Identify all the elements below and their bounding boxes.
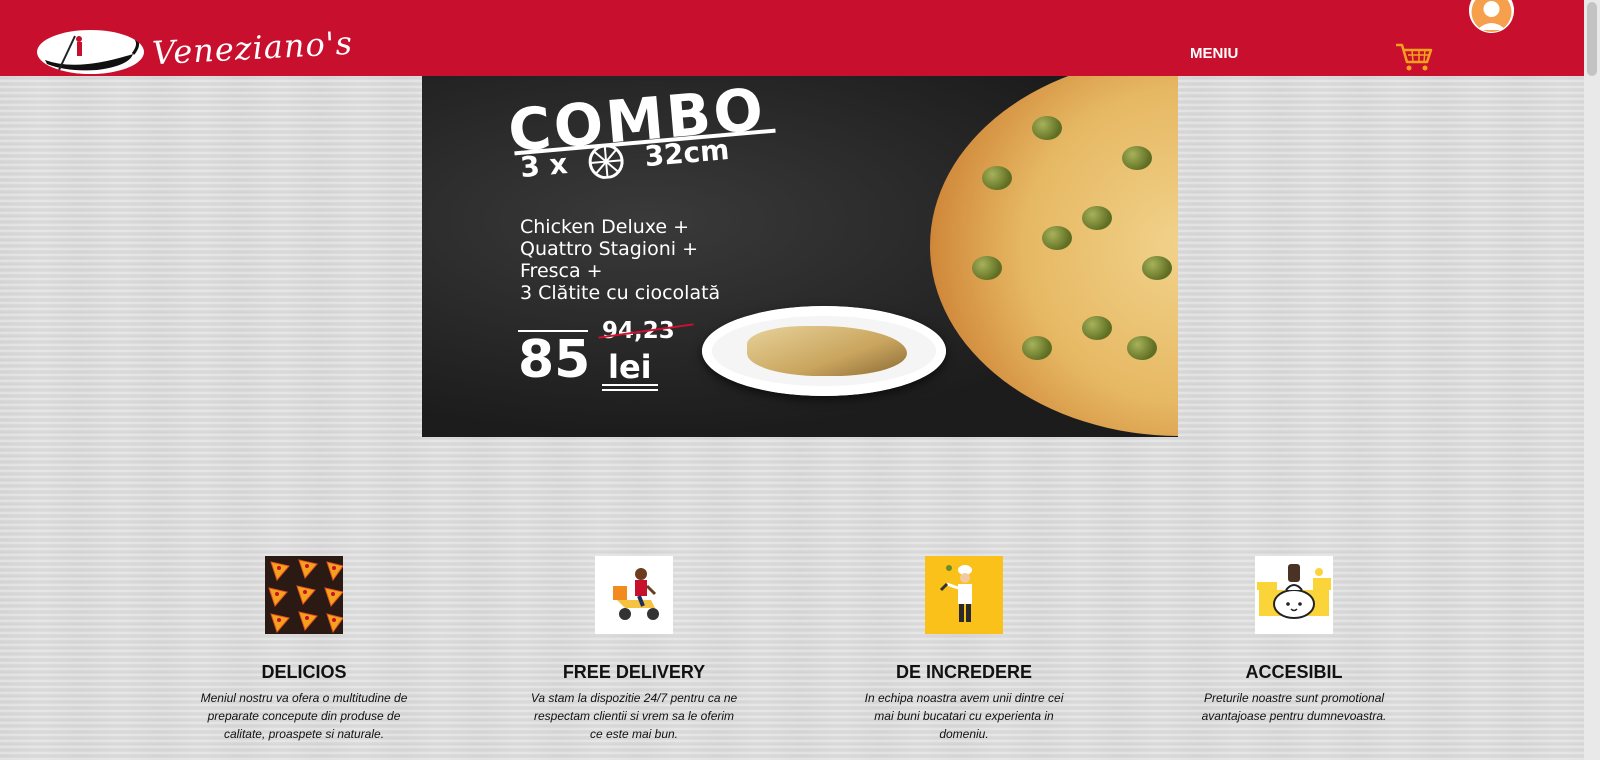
new-price: 85 <box>518 330 591 390</box>
olive-decoration <box>1042 226 1072 250</box>
price-divider <box>602 384 658 386</box>
feature-title: ACCESIBIL <box>1245 662 1343 682</box>
gondola-icon <box>37 30 144 74</box>
pizza-slice-icon <box>576 142 637 181</box>
promo-banner[interactable]: COMBO 3 x 32cm Chicken Deluxe + Quattro … <box>422 76 1178 437</box>
feature-title: FREE DELIVERY <box>562 662 706 682</box>
olive-decoration <box>972 256 1002 280</box>
feature-description: Meniul nostru va ofera o multitudine de … <box>200 691 408 741</box>
nav-link-menu[interactable]: MENIU <box>1190 45 1238 62</box>
money-bag-icon <box>1255 556 1333 634</box>
scrollbar-thumb[interactable] <box>1587 2 1597 76</box>
olive-decoration <box>1032 116 1062 140</box>
feature-title: DE INCREDERE <box>895 662 1033 682</box>
olive-decoration <box>1022 336 1052 360</box>
feature-card-de-incredere: DE INCREDERE In echipa noastra avem unii… <box>854 556 1074 743</box>
olive-decoration <box>1082 316 1112 340</box>
combo-item: Quattro Stagioni + <box>520 238 698 260</box>
olive-decoration <box>1127 336 1157 360</box>
crepe-image <box>747 326 907 376</box>
brand-name: Veneziano's <box>151 23 354 73</box>
olive-decoration <box>1142 256 1172 280</box>
feature-card-accesibil: ACCESIBIL Preturile noastre sunt promoti… <box>1184 556 1404 725</box>
combo-items-list: Chicken Deluxe + Quattro Stagioni + Fres… <box>520 216 720 304</box>
combo-item: Chicken Deluxe + <box>520 216 690 238</box>
combo-size: 32cm <box>643 132 731 174</box>
features-section: DELICIOS Meniul nostru va ofera o multit… <box>0 556 1584 760</box>
feature-title: DELICIOS <box>261 662 347 682</box>
combo-count: 3 x <box>518 147 569 185</box>
navbar: Veneziano's MENIU <box>0 0 1584 76</box>
combo-item: 3 Clătite cu ciocolată <box>520 282 721 304</box>
feature-description: Va stam la dispozitie 24/7 pentru ca ne … <box>530 691 738 741</box>
feature-card-delicios: DELICIOS Meniul nostru va ofera o multit… <box>194 556 414 743</box>
pizza-slices-icon <box>265 556 343 634</box>
olive-decoration <box>1082 206 1112 230</box>
delivery-scooter-icon <box>595 556 673 634</box>
olive-decoration <box>982 166 1012 190</box>
brand-logo[interactable]: Veneziano's <box>37 24 354 75</box>
feature-card-free-delivery: FREE DELIVERY Va stam la dispozitie 24/7… <box>524 556 744 743</box>
feature-description: Preturile noastre sunt promotional avant… <box>1201 691 1387 723</box>
cart-icon[interactable] <box>1394 42 1434 72</box>
feature-description: In echipa noastra avem unii dintre cei m… <box>864 691 1064 741</box>
combo-item: Fresca + <box>520 260 603 282</box>
user-avatar-icon[interactable] <box>1469 0 1514 33</box>
page-scrollbar[interactable] <box>1584 0 1600 760</box>
chef-icon <box>925 556 1003 634</box>
price-divider <box>602 389 658 391</box>
price-currency: lei <box>608 348 652 386</box>
olive-decoration <box>1122 146 1152 170</box>
